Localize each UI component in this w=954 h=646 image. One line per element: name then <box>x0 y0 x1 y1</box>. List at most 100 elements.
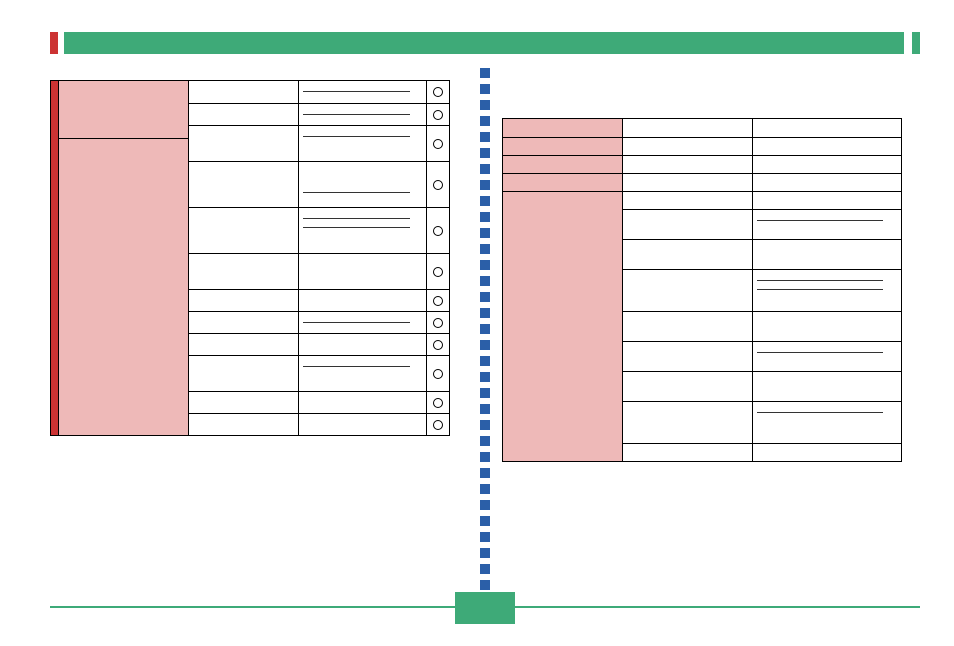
cell <box>189 356 299 391</box>
cell <box>753 444 901 461</box>
cell <box>623 402 753 443</box>
cell-marker <box>427 290 449 311</box>
cell <box>623 342 753 371</box>
cell <box>299 81 427 103</box>
page-badge <box>455 592 515 624</box>
cell <box>753 402 901 443</box>
cell <box>299 162 427 207</box>
table-row <box>189 125 449 161</box>
right-table <box>502 118 902 462</box>
cell-marker <box>427 208 449 253</box>
table-row <box>503 191 901 209</box>
cell <box>753 240 901 269</box>
circle-icon <box>433 180 443 190</box>
cell <box>189 414 299 435</box>
divider-dot <box>480 372 490 382</box>
cell-marker <box>427 312 449 333</box>
circle-icon <box>433 139 443 149</box>
cell <box>623 372 753 401</box>
circle-icon <box>433 340 443 350</box>
cell-marker <box>427 104 449 125</box>
cell <box>299 290 427 311</box>
divider-dot <box>480 228 490 238</box>
cell-marker <box>427 126 449 161</box>
left-pink-group-1 <box>59 81 189 139</box>
cell <box>623 210 753 239</box>
table-row <box>623 341 901 371</box>
table-row <box>189 81 449 103</box>
circle-icon <box>433 296 443 306</box>
cell <box>753 156 901 173</box>
divider-dot <box>480 484 490 494</box>
table-row <box>623 401 901 443</box>
header-accent-end <box>912 32 920 54</box>
cell <box>753 270 901 311</box>
table-row <box>503 173 901 191</box>
cell <box>299 414 427 435</box>
table-row <box>189 289 449 311</box>
cell <box>299 334 427 355</box>
cell <box>189 290 299 311</box>
table-row <box>623 269 901 311</box>
cell <box>189 208 299 253</box>
cell <box>189 312 299 333</box>
divider-dot <box>480 116 490 126</box>
divider-dot <box>480 468 490 478</box>
cell <box>189 254 299 289</box>
cell <box>753 119 901 137</box>
right-pink-merged <box>503 209 623 461</box>
cell-pink <box>503 192 623 209</box>
circle-icon <box>433 398 443 408</box>
circle-icon <box>433 318 443 328</box>
divider-dot <box>480 436 490 446</box>
cell-marker <box>427 254 449 289</box>
cell <box>623 138 753 155</box>
divider-dot <box>480 148 490 158</box>
divider-dot <box>480 548 490 558</box>
table-row <box>623 311 901 341</box>
divider-dot <box>480 324 490 334</box>
divider-dot <box>480 308 490 318</box>
left-pink-group-2 <box>59 139 189 435</box>
table-row <box>189 103 449 125</box>
cell-marker <box>427 414 449 435</box>
cell <box>299 312 427 333</box>
table-row <box>189 355 449 391</box>
divider-dot <box>480 84 490 94</box>
divider-dot <box>480 100 490 110</box>
cell <box>189 334 299 355</box>
cell <box>753 138 901 155</box>
cell <box>623 192 753 209</box>
cell <box>189 126 299 161</box>
cell <box>623 270 753 311</box>
cell <box>299 104 427 125</box>
cell <box>299 126 427 161</box>
cell <box>753 372 901 401</box>
cell <box>623 156 753 173</box>
divider-dot <box>480 500 490 510</box>
table-row <box>189 311 449 333</box>
cell <box>753 342 901 371</box>
circle-icon <box>433 226 443 236</box>
circle-icon <box>433 267 443 277</box>
cell-marker <box>427 81 449 103</box>
left-table <box>50 80 450 436</box>
cell-marker <box>427 334 449 355</box>
header-accent-red <box>50 32 58 54</box>
divider-dot <box>480 580 490 590</box>
divider-dot <box>480 388 490 398</box>
cell-pink <box>503 119 623 137</box>
cell-pink <box>503 156 623 173</box>
divider-dot <box>480 564 490 574</box>
divider-dot <box>480 356 490 366</box>
divider-dot <box>480 404 490 414</box>
divider-dot <box>480 260 490 270</box>
divider-dot <box>480 244 490 254</box>
divider-dot <box>480 180 490 190</box>
cell-marker <box>427 356 449 391</box>
table-row <box>189 161 449 207</box>
circle-icon <box>433 369 443 379</box>
divider-dot <box>480 340 490 350</box>
cell-pink <box>503 138 623 155</box>
cell-marker <box>427 162 449 207</box>
